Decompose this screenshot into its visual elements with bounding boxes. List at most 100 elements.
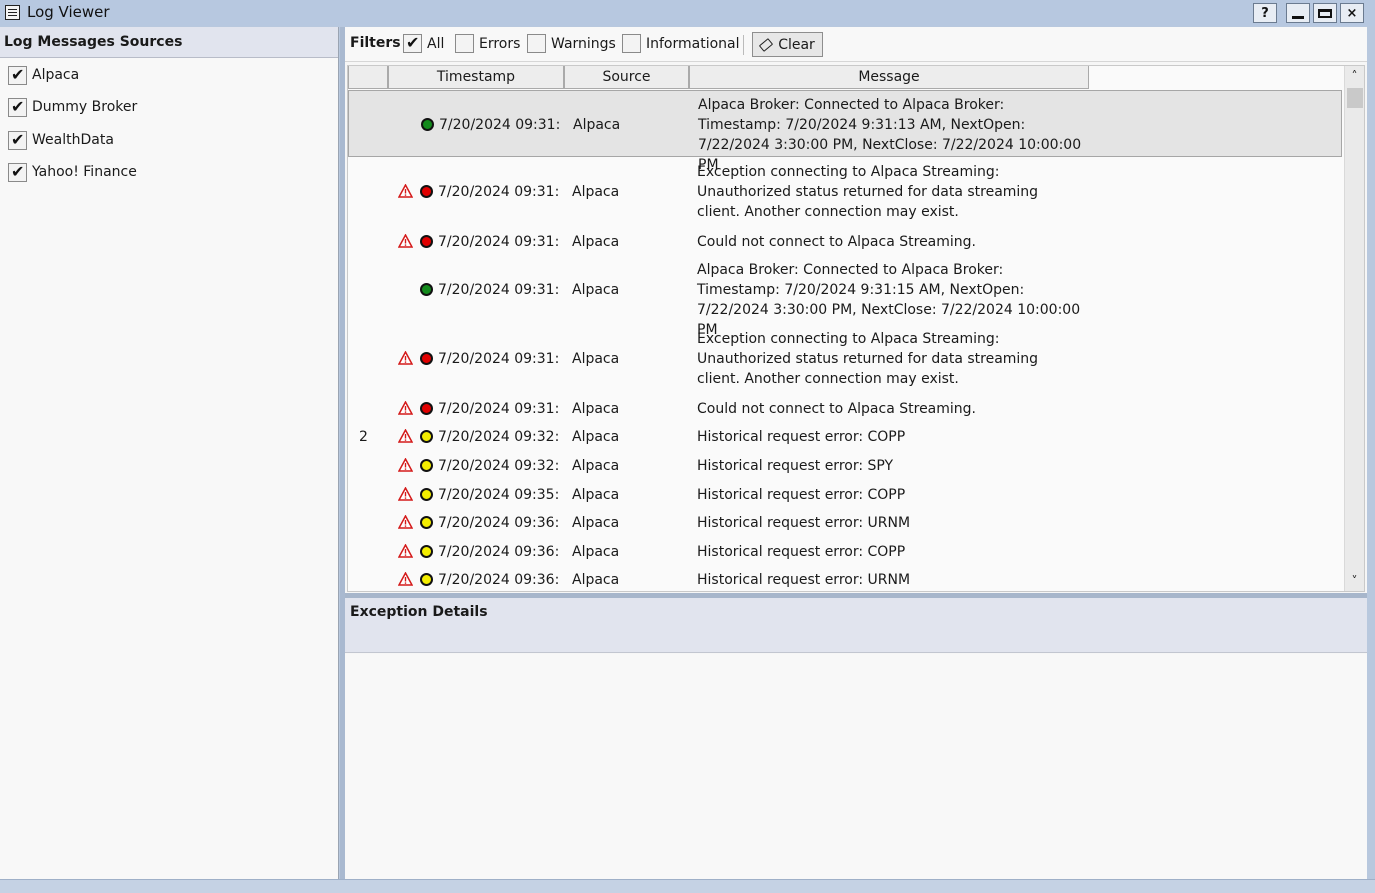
- row-message: Historical request error: COPP: [697, 544, 906, 560]
- column-header-message[interactable]: Message: [689, 66, 1089, 89]
- status-yellow-icon: [420, 545, 433, 558]
- table-row[interactable]: 7/20/2024 09:31:1 Alpaca Alpaca Broker: Co…: [348, 256, 1342, 338]
- clear-button[interactable]: Clear: [752, 32, 823, 57]
- warning-icon: [398, 515, 413, 529]
- window-border: [1367, 27, 1375, 879]
- minimize-button[interactable]: [1286, 3, 1310, 23]
- row-source: Alpaca: [572, 282, 620, 298]
- row-source: Alpaca: [572, 572, 620, 588]
- close-button[interactable]: ×: [1340, 3, 1364, 23]
- clear-button-label: Clear: [778, 36, 815, 53]
- log-pane: Filters All Errors Warnings Informational C…: [345, 27, 1367, 879]
- list-icon: [5, 5, 20, 20]
- filter-all[interactable]: All: [403, 33, 445, 53]
- table-row[interactable]: 7/20/2024 09:36:1 Alpaca Historical reques…: [348, 509, 1342, 537]
- status-red-icon: [420, 235, 433, 248]
- row-message: Could not connect to Alpaca Streaming.: [697, 234, 976, 250]
- row-source: Alpaca: [572, 234, 620, 250]
- status-green-icon: [420, 283, 433, 296]
- source-item[interactable]: Dummy Broker: [8, 96, 137, 118]
- window-title: Log Viewer: [27, 3, 110, 21]
- status-bar: [0, 879, 1375, 893]
- row-source: Alpaca: [572, 515, 620, 531]
- row-timestamp: 7/20/2024 09:36:1: [438, 572, 558, 588]
- source-item[interactable]: Yahoo! Finance: [8, 161, 137, 183]
- row-timestamp: 7/20/2024 09:31:1: [439, 117, 559, 133]
- filters-toolbar: Filters All Errors Warnings Informational C…: [345, 27, 1367, 62]
- source-label: Alpaca: [32, 67, 80, 83]
- toolbar-separator: [743, 35, 744, 55]
- status-yellow-icon: [420, 459, 433, 472]
- filter-all-label: All: [427, 35, 445, 52]
- scroll-thumb[interactable]: [1347, 88, 1363, 108]
- row-timestamp: 7/20/2024 09:32:5: [438, 458, 558, 474]
- scroll-up-icon[interactable]: ˄: [1345, 66, 1364, 86]
- title-bar: Log Viewer ? ×: [0, 0, 1375, 26]
- vertical-scrollbar[interactable]: ˄ ˅: [1344, 66, 1364, 591]
- row-timestamp: 7/20/2024 09:31:1: [438, 184, 558, 200]
- help-button[interactable]: ?: [1253, 3, 1277, 23]
- status-red-icon: [420, 402, 433, 415]
- table-row[interactable]: 7/20/2024 09:31:1 Alpaca Could not connect…: [348, 394, 1342, 423]
- source-label: Yahoo! Finance: [32, 164, 137, 180]
- row-timestamp: 7/20/2024 09:31:1: [438, 351, 558, 367]
- maximize-icon: [1318, 8, 1332, 18]
- row-timestamp: 7/20/2024 09:36:1: [438, 515, 558, 531]
- filter-warnings-checkbox[interactable]: [527, 34, 546, 53]
- filter-errors-label: Errors: [479, 35, 521, 52]
- table-row[interactable]: 7/20/2024 09:32:5 Alpaca Historical reques…: [348, 451, 1342, 480]
- column-header-count[interactable]: [348, 66, 388, 89]
- filter-errors-checkbox[interactable]: [455, 34, 474, 53]
- table-row[interactable]: 7/20/2024 09:31:1 Alpaca Exception connect…: [348, 157, 1342, 227]
- row-timestamp: 7/20/2024 09:35:4: [438, 487, 558, 503]
- row-timestamp: 7/20/2024 09:31:1: [438, 282, 558, 298]
- sources-header: Log Messages Sources: [0, 27, 338, 58]
- column-header-source[interactable]: Source: [564, 66, 689, 89]
- warning-icon: [398, 458, 413, 472]
- source-item[interactable]: WealthData: [8, 129, 114, 151]
- filter-informational-label: Informational: [646, 35, 740, 52]
- warning-icon: [398, 544, 413, 558]
- row-message: Historical request error: URNM: [697, 572, 911, 588]
- eraser-icon: [759, 37, 774, 52]
- table-row[interactable]: 7/20/2024 09:35:4 Alpaca Historical reques…: [348, 480, 1342, 509]
- warning-icon: [398, 487, 413, 501]
- filter-warnings[interactable]: Warnings: [527, 34, 616, 53]
- filter-informational-checkbox[interactable]: [622, 34, 641, 53]
- row-source: Alpaca: [572, 544, 620, 560]
- table-row[interactable]: 7/20/2024 09:31:1 Alpaca Exception connect…: [348, 324, 1342, 394]
- source-checkbox[interactable]: [8, 130, 27, 150]
- filter-errors[interactable]: Errors: [455, 34, 520, 53]
- status-yellow-icon: [420, 573, 433, 586]
- source-item[interactable]: Alpaca: [8, 64, 79, 86]
- row-timestamp: 7/20/2024 09:31:1: [438, 401, 558, 417]
- row-message: Could not connect to Alpaca Streaming.: [697, 401, 976, 417]
- table-row[interactable]: 7/20/2024 09:31:1 Alpaca Could not connect…: [348, 227, 1342, 256]
- scroll-down-icon[interactable]: ˅: [1345, 571, 1364, 591]
- status-green-icon: [421, 118, 434, 131]
- column-header-timestamp[interactable]: Timestamp: [388, 66, 564, 89]
- warning-icon: [398, 429, 413, 443]
- table-row[interactable]: 2 7/20/2024 09:32:3 Alpaca Historical reque…: [348, 423, 1342, 451]
- row-source: Alpaca: [572, 429, 620, 445]
- source-checkbox[interactable]: [8, 65, 27, 85]
- row-message: Historical request error: COPP: [697, 429, 906, 445]
- row-source: Alpaca: [572, 351, 620, 367]
- exception-details-body[interactable]: [345, 654, 1367, 879]
- table-row[interactable]: 7/20/2024 09:36:1 Alpaca Historical reques…: [348, 537, 1342, 566]
- maximize-button[interactable]: [1313, 3, 1337, 23]
- source-checkbox[interactable]: [8, 97, 27, 117]
- status-red-icon: [420, 185, 433, 198]
- row-message: Historical request error: URNM: [697, 515, 911, 531]
- filter-all-checkbox[interactable]: [403, 33, 422, 53]
- row-source: Alpaca: [573, 117, 621, 133]
- grid-header: Timestamp Source Message: [348, 66, 1089, 89]
- status-yellow-icon: [420, 430, 433, 443]
- source-checkbox[interactable]: [8, 162, 27, 182]
- exception-details-header: Exception Details: [345, 598, 1367, 653]
- table-row[interactable]: 7/20/2024 09:36:1 Alpaca Historical reques…: [348, 566, 1342, 591]
- row-timestamp: 7/20/2024 09:32:3: [438, 429, 558, 445]
- table-row[interactable]: 7/20/2024 09:31:1 Alpaca Alpaca Broker: Co…: [348, 90, 1342, 173]
- minimize-icon: [1292, 15, 1304, 19]
- filter-informational[interactable]: Informational: [622, 34, 740, 53]
